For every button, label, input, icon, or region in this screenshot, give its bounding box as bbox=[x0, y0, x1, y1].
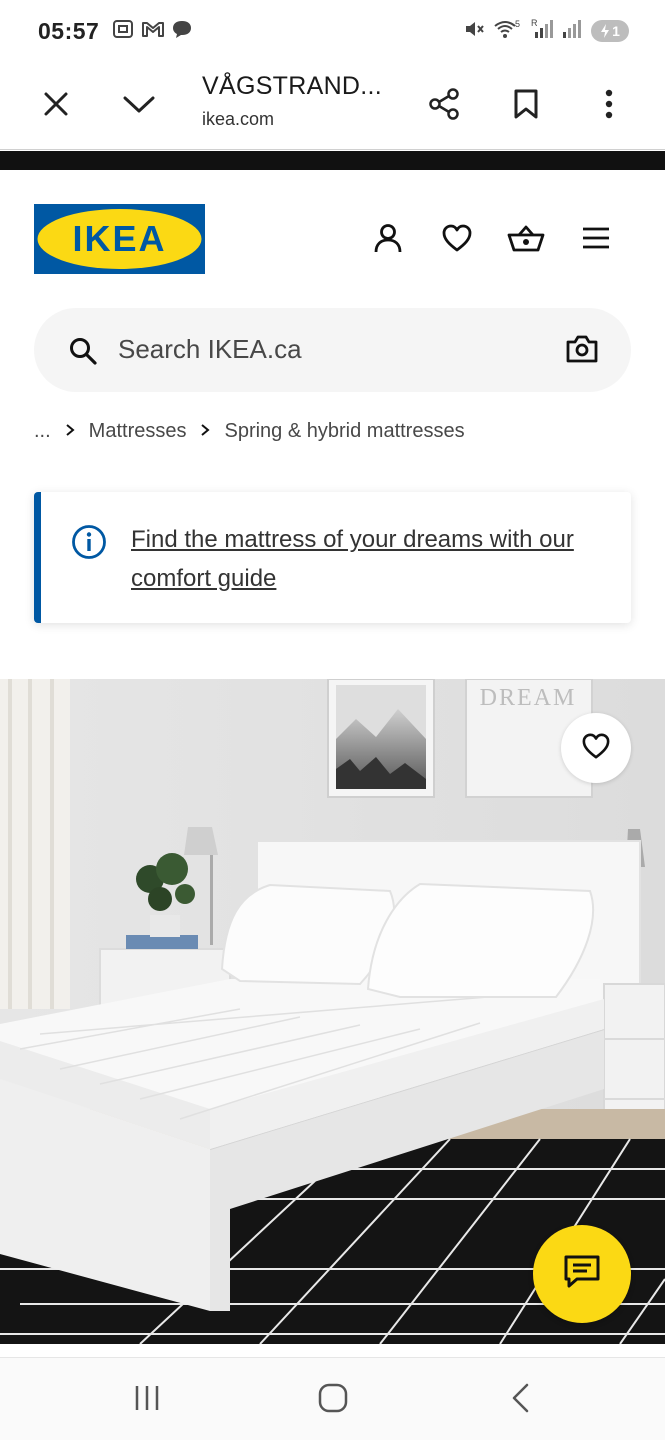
ikea-logo[interactable]: IKEA bbox=[34, 204, 205, 274]
chat-icon bbox=[563, 1254, 601, 1295]
system-nav-bar bbox=[0, 1357, 665, 1440]
wifi-icon: 5 bbox=[493, 18, 523, 45]
status-notification-icons bbox=[111, 18, 193, 45]
search-placeholder: Search IKEA.ca bbox=[118, 334, 302, 364]
status-system-icons: 5 R 1 bbox=[463, 18, 629, 45]
account-icon bbox=[372, 222, 404, 259]
screenshot-icon bbox=[111, 18, 135, 45]
heart-icon bbox=[581, 732, 611, 765]
mute-icon bbox=[463, 18, 485, 45]
signal-icon: R bbox=[531, 18, 553, 45]
share-button[interactable] bbox=[414, 62, 474, 150]
site-header: IKEA bbox=[0, 170, 665, 300]
breadcrumb: ... Mattresses Spring & hybrid mattresse… bbox=[34, 420, 465, 443]
bookmark-button[interactable] bbox=[496, 62, 556, 150]
add-to-favourites-button[interactable] bbox=[561, 713, 631, 783]
heart-icon bbox=[441, 223, 473, 258]
favourites-button[interactable] bbox=[435, 218, 479, 262]
menu-icon bbox=[581, 226, 611, 255]
svg-text:5: 5 bbox=[515, 19, 520, 29]
close-icon bbox=[42, 90, 70, 123]
chevron-right-icon bbox=[200, 420, 211, 443]
share-icon bbox=[427, 87, 461, 126]
chat-bubble-icon bbox=[171, 19, 193, 44]
comfort-guide-link[interactable]: Find the mattress of your dreams with ou… bbox=[131, 520, 621, 598]
camera-icon[interactable] bbox=[565, 334, 599, 369]
status-time: 05:57 bbox=[38, 17, 100, 44]
bookmark-icon bbox=[513, 88, 539, 125]
tab-title: VÅGSTRAND... bbox=[202, 72, 383, 100]
chevron-down-icon bbox=[122, 93, 156, 120]
logo-text: IKEA bbox=[72, 218, 166, 259]
comfort-guide-banner: Find the mattress of your dreams with ou… bbox=[34, 492, 631, 623]
back-button[interactable] bbox=[490, 1376, 550, 1424]
breadcrumb-ellipsis[interactable]: ... bbox=[34, 420, 51, 443]
search-icon bbox=[68, 336, 98, 371]
browser-toolbar: VÅGSTRAND... ikea.com bbox=[0, 62, 665, 150]
close-tab-button[interactable] bbox=[26, 62, 86, 150]
search-input[interactable]: Search IKEA.ca bbox=[34, 308, 631, 392]
minimize-tab-button[interactable] bbox=[109, 62, 169, 150]
account-button[interactable] bbox=[366, 218, 410, 262]
chat-button[interactable] bbox=[533, 1225, 631, 1323]
tab-url: ikea.com bbox=[202, 109, 275, 129]
top-banner-strip bbox=[0, 151, 665, 170]
home-button[interactable] bbox=[303, 1376, 363, 1424]
breadcrumb-item-spring-hybrid[interactable]: Spring & hybrid mattresses bbox=[224, 420, 464, 443]
more-options-button[interactable] bbox=[579, 62, 639, 150]
wall-sign-text: DREAM bbox=[480, 685, 577, 711]
info-icon bbox=[71, 524, 107, 565]
breadcrumb-item-mattresses[interactable]: Mattresses bbox=[89, 420, 187, 443]
signal-icon bbox=[561, 18, 583, 45]
basket-button[interactable] bbox=[504, 218, 548, 262]
recent-apps-button[interactable] bbox=[117, 1376, 177, 1424]
home-icon bbox=[317, 1382, 349, 1419]
basket-icon bbox=[507, 223, 545, 258]
back-icon bbox=[509, 1382, 531, 1419]
svg-text:R: R bbox=[531, 18, 538, 28]
status-bar: 05:57 5 R 1 bbox=[0, 0, 665, 62]
tab-info: VÅGSTRAND... ikea.com bbox=[202, 72, 382, 130]
battery-indicator: 1 bbox=[591, 20, 629, 42]
recent-apps-icon bbox=[132, 1383, 162, 1418]
battery-level: 1 bbox=[612, 23, 620, 39]
more-vert-icon bbox=[604, 88, 614, 125]
gmail-icon bbox=[141, 19, 165, 44]
chevron-right-icon bbox=[65, 420, 75, 443]
menu-button[interactable] bbox=[574, 218, 618, 262]
